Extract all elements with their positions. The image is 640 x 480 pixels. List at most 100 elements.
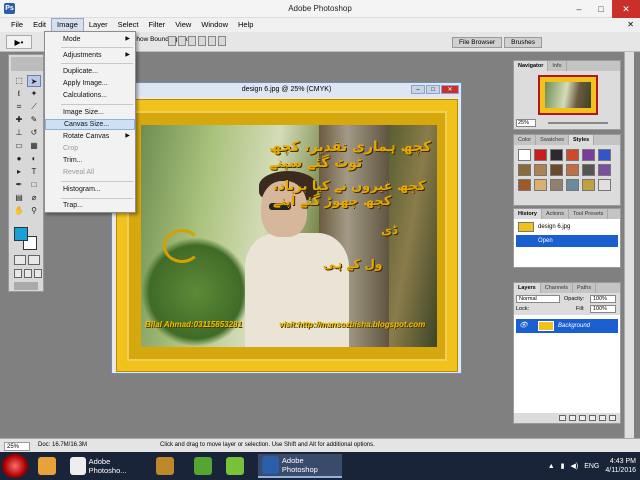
document-close-button[interactable]: ✕ — [627, 18, 634, 32]
eyedropper-tool-icon[interactable]: ⌀ — [27, 192, 41, 204]
blur-tool-icon[interactable]: ● — [12, 153, 26, 165]
tab-styles[interactable]: Styles — [569, 135, 595, 145]
menu-item-adjustments[interactable]: Adjustments ▶ — [45, 50, 135, 61]
eye-visibility-icon[interactable]: 👁 — [519, 319, 528, 333]
healing-brush-tool-icon[interactable]: ✚ — [12, 114, 26, 126]
clock[interactable]: 4:43 PM 4/11/2016 — [605, 457, 636, 475]
menu-view[interactable]: View — [170, 18, 196, 32]
marquee-tool-icon[interactable]: ⬚ — [12, 75, 26, 87]
move-tool-icon[interactable]: ➤ — [27, 75, 41, 87]
tab-navigator[interactable]: Navigator — [514, 61, 549, 71]
jump-to-imageready-icon[interactable] — [14, 282, 38, 290]
document-title-bar[interactable]: design 6.jpg @ 25% (CMYK) – □ ✕ — [112, 83, 461, 97]
maximize-button[interactable]: □ — [590, 0, 612, 18]
new-adjustment-layer-icon[interactable] — [589, 415, 596, 421]
standard-mode-icon[interactable] — [14, 255, 26, 265]
status-zoom-field[interactable]: 25% — [4, 442, 30, 451]
tab-swatches[interactable]: Swatches — [536, 135, 570, 145]
tool-preset-picker[interactable]: ▶• — [6, 35, 32, 49]
close-button[interactable]: ✕ — [612, 0, 640, 18]
document-close-button-x[interactable]: ✕ — [441, 85, 459, 94]
lasso-tool-icon[interactable]: ℓ — [12, 88, 26, 100]
style-swatch[interactable] — [534, 179, 547, 191]
new-layer-icon[interactable] — [599, 415, 606, 421]
type-tool-icon[interactable]: T — [27, 166, 41, 178]
clone-stamp-tool-icon[interactable]: ⊥ — [12, 127, 26, 139]
menu-window[interactable]: Window — [196, 18, 233, 32]
tab-history[interactable]: History — [514, 209, 542, 219]
magic-wand-tool-icon[interactable]: ✦ — [27, 88, 41, 100]
tab-tool-presets[interactable]: Tool Presets — [569, 209, 609, 219]
taskbar-app-3[interactable] — [152, 454, 178, 478]
canvas-photo[interactable]: کچھ ہماری تقدیر، کچھ ٹوٹ گئے سپنے کچھ غی… — [141, 125, 437, 347]
menu-item-apply-image[interactable]: Apply Image... — [45, 78, 135, 89]
menu-item-mode[interactable]: Mode ▶ — [45, 34, 135, 45]
shape-tool-icon[interactable]: □ — [27, 179, 41, 191]
menu-image[interactable]: Image — [51, 18, 84, 32]
dodge-tool-icon[interactable]: ◐ — [27, 153, 41, 165]
menu-item-image-size[interactable]: Image Size... — [45, 107, 135, 118]
canvas-golden-frame[interactable]: کچھ ہماری تقدیر، کچھ ٹوٹ گئے سپنے کچھ غی… — [116, 99, 458, 372]
menu-filter[interactable]: Filter — [144, 18, 171, 32]
style-swatch[interactable] — [550, 179, 563, 191]
crop-tool-icon[interactable]: ⌗ — [12, 101, 26, 113]
align-top-icon[interactable] — [168, 36, 176, 46]
history-step-open[interactable]: Open — [516, 235, 618, 247]
brushes-tab[interactable]: Brushes — [504, 37, 542, 48]
menu-select[interactable]: Select — [113, 18, 144, 32]
notes-tool-icon[interactable]: ▤ — [12, 192, 26, 204]
taskbar-file-explorer[interactable] — [34, 454, 60, 478]
align-middle-icon[interactable] — [178, 36, 186, 46]
eraser-tool-icon[interactable]: ▭ — [12, 140, 26, 152]
align-center-icon[interactable] — [208, 36, 216, 46]
document-maximize-button[interactable]: □ — [426, 85, 440, 94]
file-browser-tab[interactable]: File Browser — [452, 37, 503, 48]
style-swatch[interactable] — [550, 149, 563, 161]
new-set-icon[interactable] — [579, 415, 586, 421]
menu-item-canvas-size[interactable]: Canvas Size... — [45, 119, 135, 130]
align-left-icon[interactable] — [198, 36, 206, 46]
taskbar-adobe-photoshop[interactable]: Adobe Photoshop — [258, 454, 342, 478]
style-swatch[interactable] — [534, 164, 547, 176]
menu-item-crop[interactable]: Crop — [45, 143, 135, 154]
standard-screen-mode-icon[interactable] — [14, 269, 22, 278]
tab-info[interactable]: Info — [548, 61, 567, 71]
fill-field[interactable]: 100% — [590, 305, 616, 313]
style-swatch[interactable] — [582, 164, 595, 176]
history-brush-tool-icon[interactable]: ↺ — [27, 127, 41, 139]
taskbar-chrome-photoshop[interactable]: Adobe Photosho... — [66, 454, 146, 478]
menu-item-duplicate[interactable]: Duplicate... — [45, 66, 135, 77]
slice-tool-icon[interactable]: ⟋ — [27, 101, 41, 113]
tab-actions[interactable]: Actions — [542, 209, 569, 219]
style-swatch[interactable] — [518, 149, 531, 161]
style-swatch[interactable] — [598, 179, 611, 191]
navigator-zoom-slider[interactable] — [548, 122, 608, 124]
menu-item-trim[interactable]: Trim... — [45, 155, 135, 166]
menu-layer[interactable]: Layer — [84, 18, 113, 32]
history-snapshot[interactable]: design 6.jpg — [516, 221, 618, 233]
pen-tool-icon[interactable]: ✒ — [12, 179, 26, 191]
foreground-color-swatch[interactable] — [14, 227, 28, 241]
navigator-thumbnail[interactable] — [538, 75, 598, 115]
menu-file[interactable]: File — [6, 18, 28, 32]
network-icon[interactable]: ▮ — [561, 462, 565, 470]
opacity-field[interactable]: 100% — [590, 295, 616, 303]
add-mask-icon[interactable] — [569, 415, 576, 421]
menu-item-histogram[interactable]: Histogram... — [45, 184, 135, 195]
panel-scrollbar[interactable] — [624, 52, 634, 438]
style-swatch[interactable] — [518, 179, 531, 191]
menu-item-reveal-all[interactable]: Reveal All — [45, 167, 135, 178]
tab-paths[interactable]: Paths — [573, 283, 597, 293]
taskbar-app-5[interactable] — [222, 454, 248, 478]
minimize-button[interactable]: – — [568, 0, 590, 18]
adobe-feather-icon[interactable] — [11, 57, 43, 71]
style-swatch[interactable] — [550, 164, 563, 176]
language-indicator[interactable]: ENG — [584, 463, 599, 470]
quick-mask-mode-icon[interactable] — [28, 255, 40, 265]
tab-channels[interactable]: Channels — [541, 283, 573, 293]
status-doc-size[interactable]: Doc: 16.7M/16.3M — [38, 442, 87, 448]
menu-item-trap[interactable]: Trap... — [45, 200, 135, 211]
volume-icon[interactable]: ◀) — [570, 462, 578, 470]
taskbar-utorrent[interactable] — [190, 454, 216, 478]
document-minimize-button[interactable]: – — [411, 85, 425, 94]
